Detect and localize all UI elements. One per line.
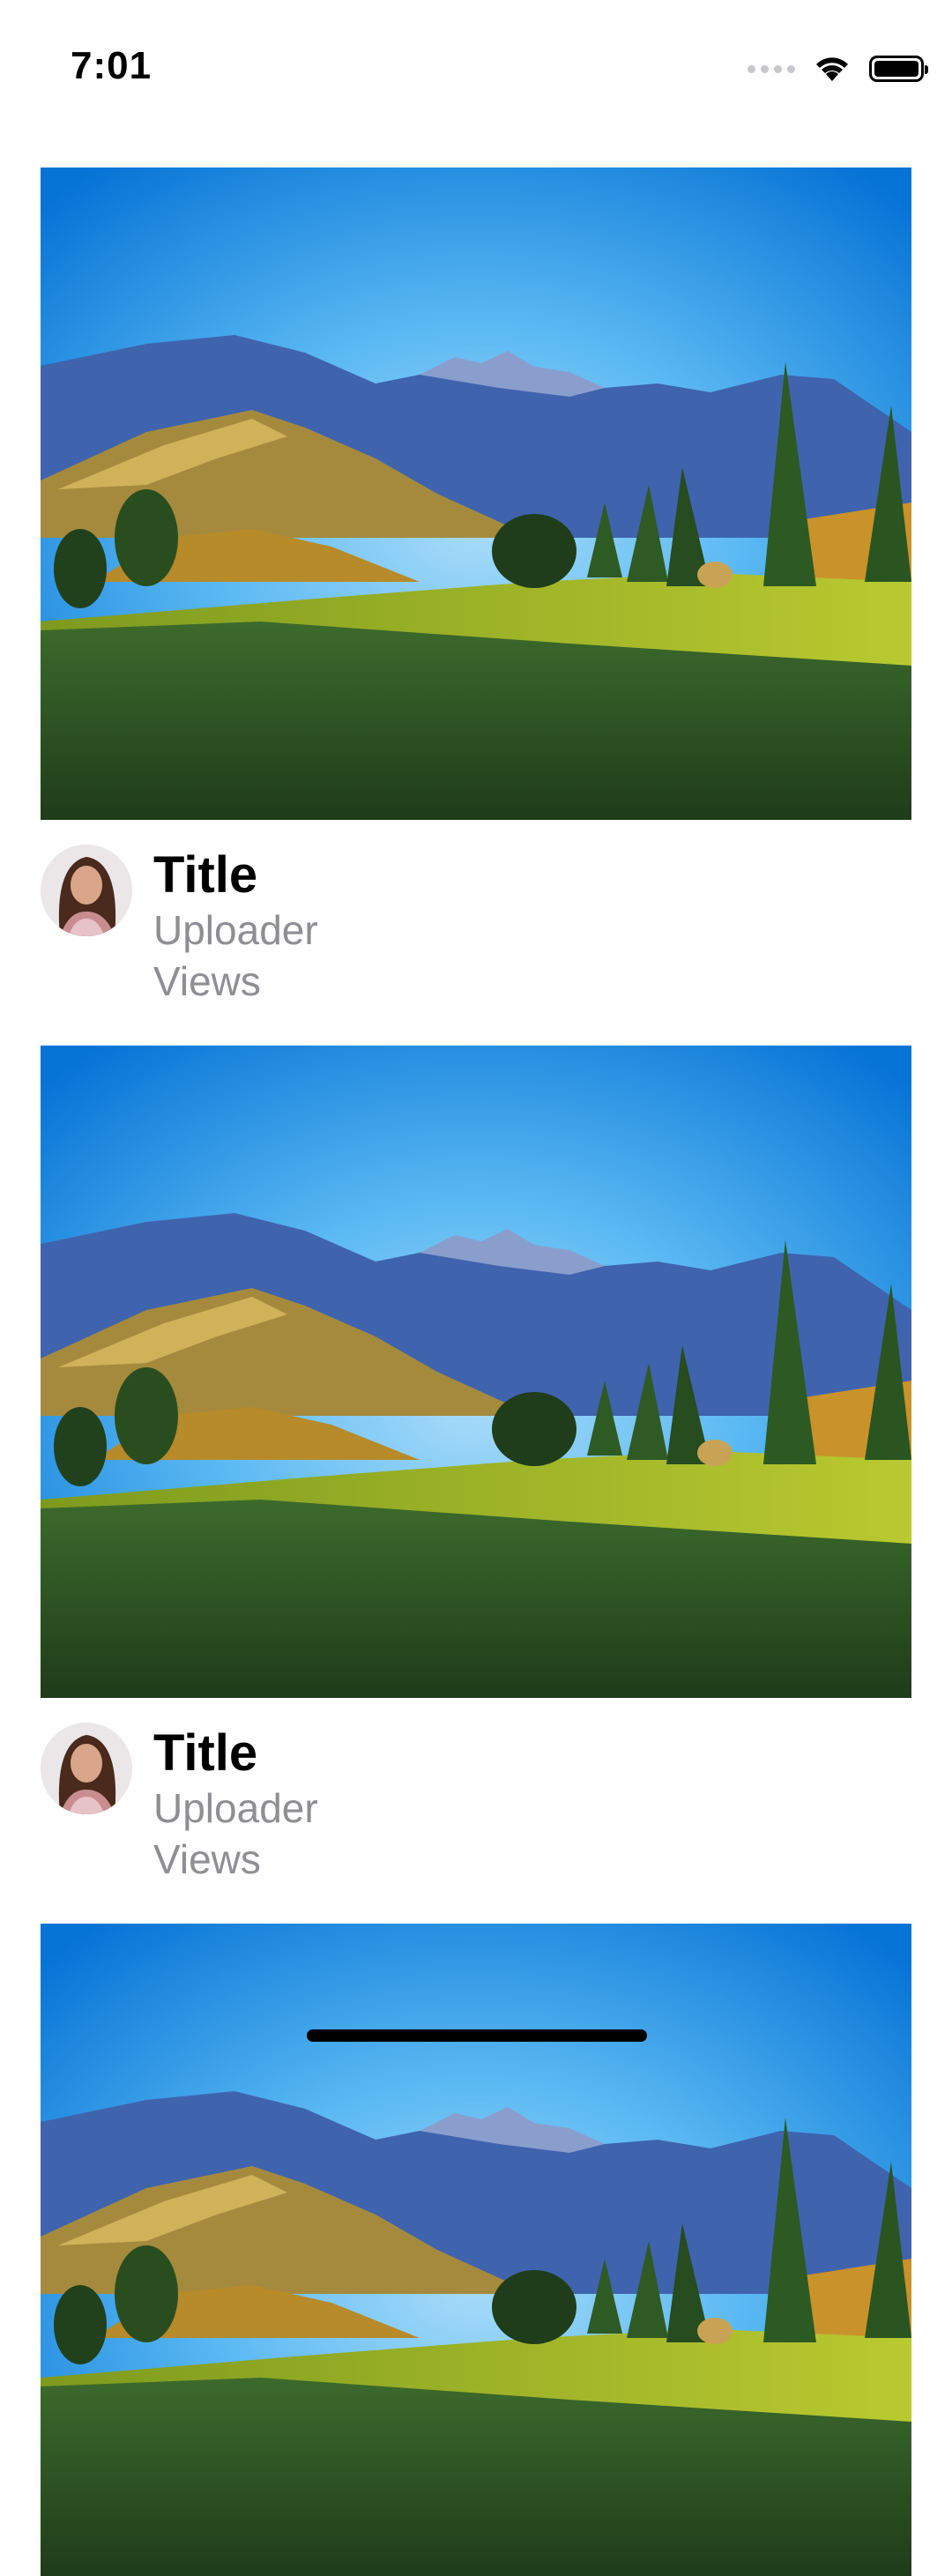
wifi-icon: [816, 57, 848, 81]
video-card[interactable]: Title Uploader Views: [41, 168, 911, 1046]
video-views: Views: [153, 1836, 261, 1882]
battery-icon: [869, 56, 928, 82]
video-title[interactable]: Title: [153, 846, 318, 905]
video-views: Views: [153, 958, 261, 1004]
video-thumbnail[interactable]: [41, 1046, 911, 1698]
video-card[interactable]: Title Uploader Views: [41, 1046, 911, 1924]
video-uploader[interactable]: Uploader: [153, 1783, 318, 1834]
video-card[interactable]: [41, 1924, 911, 2576]
video-thumbnail[interactable]: [41, 168, 911, 820]
uploader-avatar[interactable]: [41, 1723, 132, 1814]
video-meta: Title Uploader Views: [41, 820, 911, 1046]
video-meta: Title Uploader Views: [41, 1698, 911, 1924]
status-icons: [747, 51, 928, 86]
video-thumbnail[interactable]: [41, 1924, 911, 2576]
home-indicator[interactable]: [307, 2029, 647, 2042]
uploader-avatar[interactable]: [41, 845, 132, 936]
signal-dots-icon: [747, 64, 795, 73]
video-text: Title Uploader Views: [153, 846, 318, 1007]
video-text: Title Uploader Views: [153, 1724, 318, 1885]
status-time: 7:01: [71, 44, 152, 87]
status-bar: 7:01: [0, 0, 952, 132]
video-feed: Title Uploader Views Title Uploader View…: [41, 168, 911, 2576]
video-title[interactable]: Title: [153, 1724, 318, 1783]
video-uploader[interactable]: Uploader: [153, 905, 318, 956]
